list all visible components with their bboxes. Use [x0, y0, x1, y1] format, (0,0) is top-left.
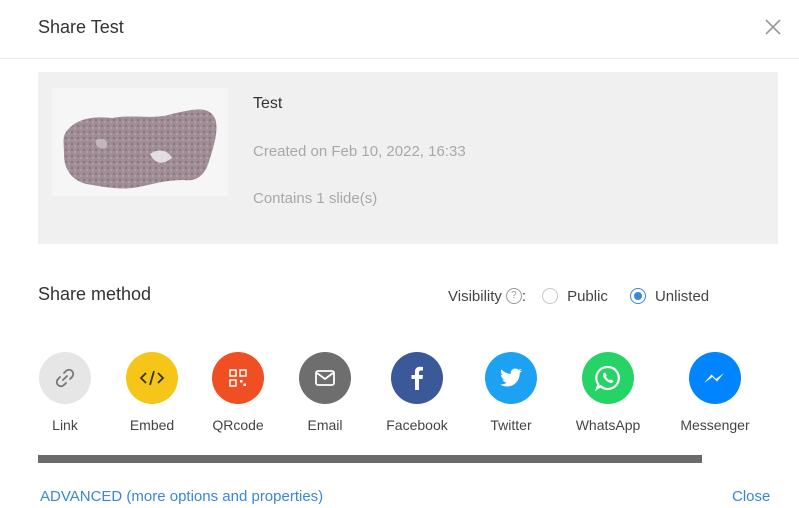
close-button[interactable]: Close	[732, 488, 770, 505]
share-method-heading: Share method	[38, 284, 152, 304]
share-method-label: WhatsApp	[575, 417, 641, 433]
share-twitter-button[interactable]: Twitter	[471, 352, 551, 433]
link-icon[interactable]	[39, 352, 91, 404]
share-whatsapp-button[interactable]: WhatsApp	[568, 352, 648, 433]
share-link-button[interactable]: Link	[25, 352, 105, 433]
help-icon[interactable]: ?	[505, 288, 522, 304]
visibility-option-label: Unlisted	[654, 287, 710, 305]
visibility-option-public[interactable]: Public	[542, 288, 608, 305]
advanced-options-link[interactable]: ADVANCED (more options and properties)	[40, 488, 323, 505]
visibility-label: Visibility	[448, 287, 502, 305]
visibility-colon: :	[521, 287, 527, 305]
share-method-label: Messenger	[680, 417, 750, 433]
dialog-header: Share Test	[0, 0, 799, 59]
share-methods: Link Embed QRcode Email Facebook Twitter…	[30, 352, 770, 442]
item-contains: Contains 1 slide(s)	[253, 190, 378, 207]
item-name: Test	[253, 95, 283, 112]
share-method-label: Embed	[129, 417, 175, 433]
share-method-label: QRcode	[212, 417, 264, 433]
messenger-icon[interactable]	[689, 352, 741, 404]
mail-icon[interactable]	[299, 352, 351, 404]
item-card: Test Created on Feb 10, 2022, 16:33 Cont…	[38, 72, 778, 244]
share-messenger-button[interactable]: Messenger	[675, 352, 755, 433]
share-qrcode-button[interactable]: QRcode	[198, 352, 278, 433]
facebook-icon[interactable]	[391, 352, 443, 404]
whatsapp-icon[interactable]	[582, 352, 634, 404]
share-method-label: Facebook	[386, 417, 448, 433]
visibility-control: Visibility ? : Public Unlisted	[448, 285, 709, 307]
visibility-option-label: Public	[567, 287, 608, 305]
dialog-title: Share Test	[38, 17, 124, 37]
share-method-label: Link	[52, 417, 78, 433]
share-method-label: Email	[307, 417, 343, 433]
radio-unlisted[interactable]	[629, 288, 646, 304]
code-icon[interactable]	[126, 352, 178, 404]
share-embed-button[interactable]: Embed	[112, 352, 192, 433]
twitter-icon[interactable]	[485, 352, 537, 404]
tissue-thumbnail-image	[63, 109, 217, 189]
item-created: Created on Feb 10, 2022, 16:33	[253, 143, 466, 160]
horizontal-scrollbar[interactable]	[38, 455, 702, 463]
share-method-label: Twitter	[490, 417, 532, 433]
qrcode-icon[interactable]	[212, 352, 264, 404]
slide-thumbnail	[52, 88, 228, 196]
share-email-button[interactable]: Email	[285, 352, 365, 433]
radio-public[interactable]	[542, 288, 559, 304]
share-facebook-button[interactable]: Facebook	[377, 352, 457, 433]
visibility-option-unlisted[interactable]: Unlisted	[629, 287, 710, 305]
close-icon[interactable]	[762, 16, 784, 38]
